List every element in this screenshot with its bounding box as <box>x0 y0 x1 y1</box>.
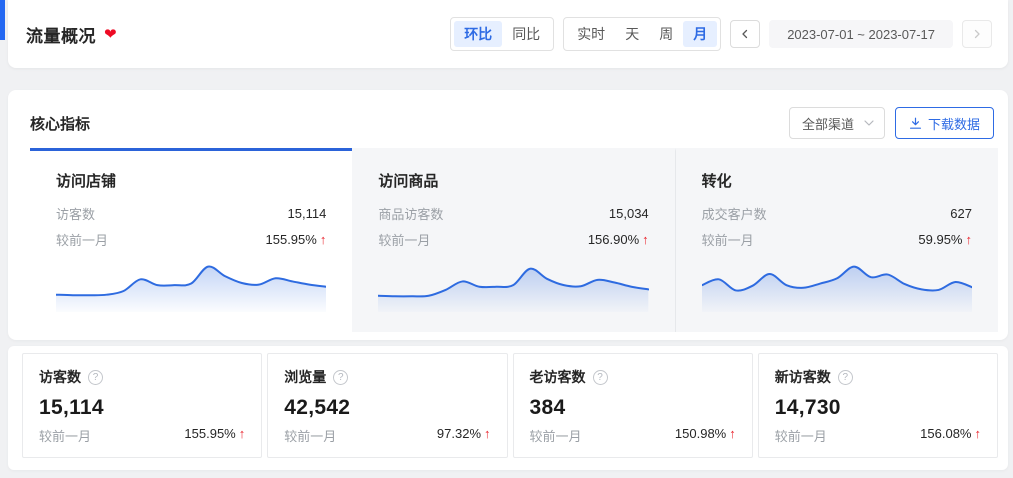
summary-row: 访客数 ? 15,114 较前一月 155.95%↑ 浏览量 ? 42,542 … <box>22 353 998 458</box>
tab-day[interactable]: 天 <box>615 21 649 47</box>
metric-label: 访客数 <box>56 204 95 223</box>
trend-up-icon: ↑ <box>642 232 649 247</box>
summary-value: 15,114 <box>39 396 245 420</box>
summary-returning-visitors: 老访客数 ? 384 较前一月 150.98%↑ <box>513 353 753 458</box>
tab-week[interactable]: 周 <box>649 21 683 47</box>
card-compare-row: 较前一月 156.90%↑ <box>378 230 648 249</box>
summary-panel: 访客数 ? 15,114 较前一月 155.95%↑ 浏览量 ? 42,542 … <box>8 346 1008 470</box>
card-metric-row: 成交客户数 627 <box>702 204 972 223</box>
summary-value: 42,542 <box>284 396 490 420</box>
core-metrics-panel: 核心指标 全部渠道 下载数据 访问店铺 访客数 15,114 <box>8 90 1008 340</box>
tab-tongbi[interactable]: 同比 <box>502 21 550 47</box>
summary-label: 老访客数 <box>530 367 586 387</box>
summary-title-row: 新访客数 ? <box>775 367 981 387</box>
chevron-right-icon <box>972 29 982 39</box>
download-data-button[interactable]: 下载数据 <box>895 107 994 139</box>
summary-title-row: 老访客数 ? <box>530 367 736 387</box>
card-visit-shop[interactable]: 访问店铺 访客数 15,114 较前一月 155.95%↑ <box>30 148 352 332</box>
card-compare-row: 较前一月 59.95%↑ <box>702 230 972 249</box>
tab-huanbi[interactable]: 环比 <box>454 21 502 47</box>
date-range-value: 2023-07-01 ~ 2023-07-17 <box>787 27 935 42</box>
trend-up-icon: ↑ <box>729 426 736 441</box>
sparkline-conversion <box>702 252 972 312</box>
metric-value: 627 <box>950 206 972 221</box>
help-icon[interactable]: ? <box>333 370 348 385</box>
page-title: 流量概况 <box>26 22 96 47</box>
compare-label: 较前一月 <box>702 230 754 249</box>
summary-value: 384 <box>530 396 736 420</box>
compare-value: 59.95%↑ <box>918 232 972 247</box>
page-accent-bar <box>0 0 5 40</box>
card-title: 访问店铺 <box>56 170 326 191</box>
help-icon[interactable]: ? <box>593 370 608 385</box>
summary-pageviews: 浏览量 ? 42,542 较前一月 97.32%↑ <box>267 353 507 458</box>
card-title: 转化 <box>702 170 972 191</box>
compare-label: 较前一月 <box>378 230 430 249</box>
metric-cards-row: 访问店铺 访客数 15,114 较前一月 155.95%↑ 访问商品 商品访客数… <box>30 148 998 332</box>
summary-new-visitors: 新访客数 ? 14,730 较前一月 156.08%↑ <box>758 353 998 458</box>
compare-label: 较前一月 <box>56 230 108 249</box>
compare-label: 较前一月 <box>39 426 91 445</box>
next-period-button[interactable] <box>962 20 992 48</box>
metric-value: 15,114 <box>288 206 327 221</box>
summary-visitors: 访客数 ? 15,114 较前一月 155.95%↑ <box>22 353 262 458</box>
tab-month[interactable]: 月 <box>683 21 717 47</box>
trend-up-icon: ↑ <box>320 232 327 247</box>
core-metrics-header: 核心指标 全部渠道 下载数据 <box>30 104 994 142</box>
trend-up-icon: ↑ <box>975 426 982 441</box>
help-icon[interactable]: ? <box>88 370 103 385</box>
core-metrics-title: 核心指标 <box>30 113 90 134</box>
compare-mode-group: 环比 同比 <box>450 17 554 51</box>
download-label: 下载数据 <box>928 114 980 133</box>
traffic-overview-page: 流量概况 ❤ 环比 同比 实时 天 周 月 2023-07-01 ~ 2023-… <box>0 0 1013 478</box>
summary-label: 浏览量 <box>284 367 326 387</box>
compare-value: 156.90%↑ <box>588 232 649 247</box>
compare-value: 150.98%↑ <box>675 426 736 445</box>
summary-compare-row: 较前一月 156.08%↑ <box>775 426 981 445</box>
summary-compare-row: 较前一月 155.95%↑ <box>39 426 245 445</box>
tab-realtime[interactable]: 实时 <box>567 21 615 47</box>
period-group: 实时 天 周 月 <box>563 17 721 51</box>
metric-label: 成交客户数 <box>702 204 767 223</box>
trend-up-icon: ↑ <box>239 426 246 441</box>
card-conversion[interactable]: 转化 成交客户数 627 较前一月 59.95%↑ <box>675 148 998 332</box>
card-visit-product[interactable]: 访问商品 商品访客数 15,034 较前一月 156.90%↑ <box>352 148 674 332</box>
favorite-heart-icon[interactable]: ❤ <box>104 25 117 43</box>
page-header: 流量概况 ❤ 环比 同比 实时 天 周 月 2023-07-01 ~ 2023-… <box>8 0 1008 68</box>
prev-period-button[interactable] <box>730 20 760 48</box>
metric-label: 商品访客数 <box>378 204 443 223</box>
compare-value: 156.08%↑ <box>920 426 981 445</box>
compare-label: 较前一月 <box>775 426 827 445</box>
summary-label: 访客数 <box>39 367 81 387</box>
download-icon <box>909 117 922 130</box>
compare-value: 97.32%↑ <box>437 426 491 445</box>
chevron-down-icon <box>864 120 874 126</box>
compare-label: 较前一月 <box>284 426 336 445</box>
summary-value: 14,730 <box>775 396 981 420</box>
summary-compare-row: 较前一月 97.32%↑ <box>284 426 490 445</box>
card-title: 访问商品 <box>378 170 648 191</box>
sparkline-visit-product <box>378 252 648 312</box>
card-metric-row: 访客数 15,114 <box>56 204 326 223</box>
channel-select-value: 全部渠道 <box>802 114 854 133</box>
compare-value: 155.95%↑ <box>184 426 245 445</box>
trend-up-icon: ↑ <box>965 232 972 247</box>
channel-select[interactable]: 全部渠道 <box>789 107 885 139</box>
date-range-picker[interactable]: 2023-07-01 ~ 2023-07-17 <box>769 20 953 48</box>
compare-value: 155.95%↑ <box>266 232 327 247</box>
header-controls: 环比 同比 实时 天 周 月 2023-07-01 ~ 2023-07-17 <box>450 17 992 51</box>
sparkline-visit-shop <box>56 252 326 312</box>
trend-up-icon: ↑ <box>484 426 491 441</box>
summary-label: 新访客数 <box>775 367 831 387</box>
summary-title-row: 浏览量 ? <box>284 367 490 387</box>
help-icon[interactable]: ? <box>838 370 853 385</box>
metric-value: 15,034 <box>609 206 649 221</box>
chevron-left-icon <box>740 29 750 39</box>
card-metric-row: 商品访客数 15,034 <box>378 204 648 223</box>
compare-label: 较前一月 <box>530 426 582 445</box>
card-compare-row: 较前一月 155.95%↑ <box>56 230 326 249</box>
summary-compare-row: 较前一月 150.98%↑ <box>530 426 736 445</box>
summary-title-row: 访客数 ? <box>39 367 245 387</box>
